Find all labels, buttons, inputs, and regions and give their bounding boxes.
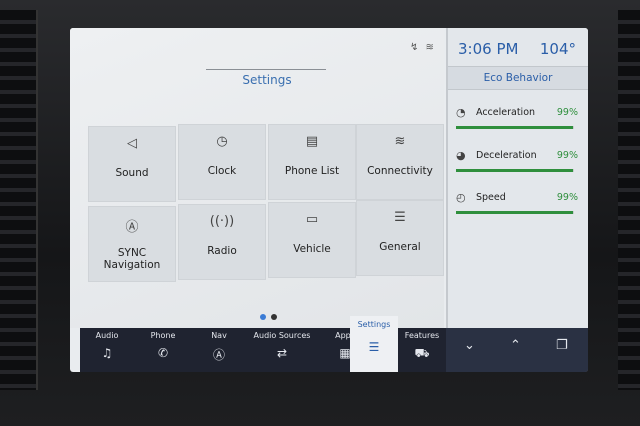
deceleration-gauge-icon: ◕ — [456, 149, 466, 162]
status-icons: ↯ ≋ — [410, 42, 436, 53]
chevron-up-icon[interactable]: ⌃ — [510, 338, 521, 353]
clock-icon: ◷ — [216, 134, 228, 149]
nav-settings[interactable]: Settings ☰ — [350, 316, 398, 372]
eco-row-label: Speed — [476, 192, 506, 203]
eco-progress-fill — [456, 169, 573, 172]
tile-sync-navigation[interactable]: Ⓐ SYNC Navigation — [88, 206, 176, 282]
speaker-icon: ◁ — [127, 136, 137, 151]
truck-icon: ⛟ — [414, 346, 430, 360]
page-indicator[interactable] — [260, 305, 282, 324]
nav-features[interactable]: Features ⛟ — [398, 328, 446, 372]
tile-clock[interactable]: ◷ Clock — [178, 124, 266, 200]
eco-row-speed: ◴ Speed 99% — [456, 191, 580, 217]
infotainment-screen: ↯ ≋ Settings ◁ Sound ◷ Clock ▤ Phone Lis… — [70, 28, 588, 372]
right-air-vent — [618, 10, 640, 390]
nav-audio-sources[interactable]: Audio Sources ⇄ — [246, 328, 318, 372]
nav-label: Audio — [95, 331, 119, 340]
nav-label: Nav — [211, 331, 227, 340]
nav-phone[interactable]: Phone ✆ — [136, 328, 190, 372]
navigation-icon: Ⓐ — [125, 220, 139, 235]
clock-time: 3:06 PM — [458, 40, 519, 58]
nav-audio[interactable]: Audio ♫ — [80, 328, 134, 372]
tile-label: Vehicle — [293, 243, 331, 255]
nav-label: Phone — [150, 331, 176, 340]
nav-label: Audio Sources — [253, 331, 311, 340]
phone-list-icon: ▤ — [305, 134, 319, 149]
tile-general[interactable]: ☰ General — [356, 200, 444, 276]
eco-progress-bar — [456, 211, 574, 214]
left-air-vent — [0, 10, 38, 390]
eco-row-deceleration: ◕ Deceleration 99% — [456, 149, 580, 175]
page-title: Settings — [242, 73, 292, 87]
navigation-icon: Ⓐ — [212, 348, 225, 362]
page-dot-inactive[interactable] — [271, 314, 277, 320]
tile-vehicle[interactable]: ▭ Vehicle — [268, 202, 356, 278]
chevron-down-icon[interactable]: ⌄ — [464, 338, 475, 353]
tile-label: Sound — [115, 167, 149, 179]
vehicle-icon: ▭ — [305, 212, 319, 227]
eco-row-acceleration: ◔ Acceleration 99% — [456, 106, 580, 132]
music-note-icon: ♫ — [101, 346, 113, 360]
acceleration-gauge-icon: ◔ — [456, 106, 466, 119]
bottom-nav-bar: Audio ♫ Phone ✆ Nav Ⓐ Audio Sources ⇄ Ap… — [80, 316, 588, 372]
eco-progress-bar — [456, 169, 574, 172]
settings-sliders-icon: ☰ — [368, 340, 380, 354]
tile-label: SYNC Navigation — [103, 247, 161, 271]
tile-label: Connectivity — [367, 165, 433, 177]
eco-progress-fill — [456, 126, 573, 129]
eco-progress-bar — [456, 126, 574, 129]
outside-temperature: 104° — [539, 40, 576, 58]
speed-gauge-icon: ◴ — [456, 191, 466, 204]
title-divider — [206, 69, 326, 70]
sliders-icon: ☰ — [394, 210, 406, 225]
tile-label: Phone List — [284, 165, 340, 177]
page-dot-active[interactable] — [260, 314, 266, 320]
eco-progress-fill — [456, 211, 573, 214]
audio-sources-icon: ⇄ — [276, 346, 288, 360]
settings-panel: ↯ ≋ Settings ◁ Sound ◷ Clock ▤ Phone Lis… — [70, 28, 444, 328]
wifi-icon: ≋ — [394, 134, 406, 149]
tile-phone-list[interactable]: ▤ Phone List — [268, 124, 356, 200]
tile-label: General — [379, 241, 421, 253]
tile-label: Clock — [207, 165, 237, 177]
window-switch-icon[interactable]: ❐ — [556, 338, 568, 353]
nav-right-controls: ⌄ ⌃ ❐ — [446, 328, 588, 372]
tile-radio[interactable]: ((·)) Radio — [178, 204, 266, 280]
phone-icon: ✆ — [157, 346, 169, 360]
eco-row-label: Deceleration — [476, 150, 537, 161]
nav-nav[interactable]: Nav Ⓐ — [192, 328, 246, 372]
tile-connectivity[interactable]: ≋ Connectivity — [356, 124, 444, 200]
eco-behavior-title: Eco Behavior — [448, 66, 588, 90]
tile-label: Radio — [207, 245, 237, 257]
eco-row-value: 99% — [556, 107, 578, 118]
eco-row-label: Acceleration — [476, 107, 536, 118]
eco-row-value: 99% — [556, 150, 578, 161]
eco-row-value: 99% — [556, 192, 578, 203]
nav-label: Settings — [357, 320, 391, 329]
eco-behavior-panel: 3:06 PM 104° Eco Behavior ◔ Acceleration… — [446, 28, 588, 328]
nav-label: Features — [404, 331, 440, 340]
tile-sound[interactable]: ◁ Sound — [88, 126, 176, 202]
radio-icon: ((·)) — [209, 214, 235, 229]
